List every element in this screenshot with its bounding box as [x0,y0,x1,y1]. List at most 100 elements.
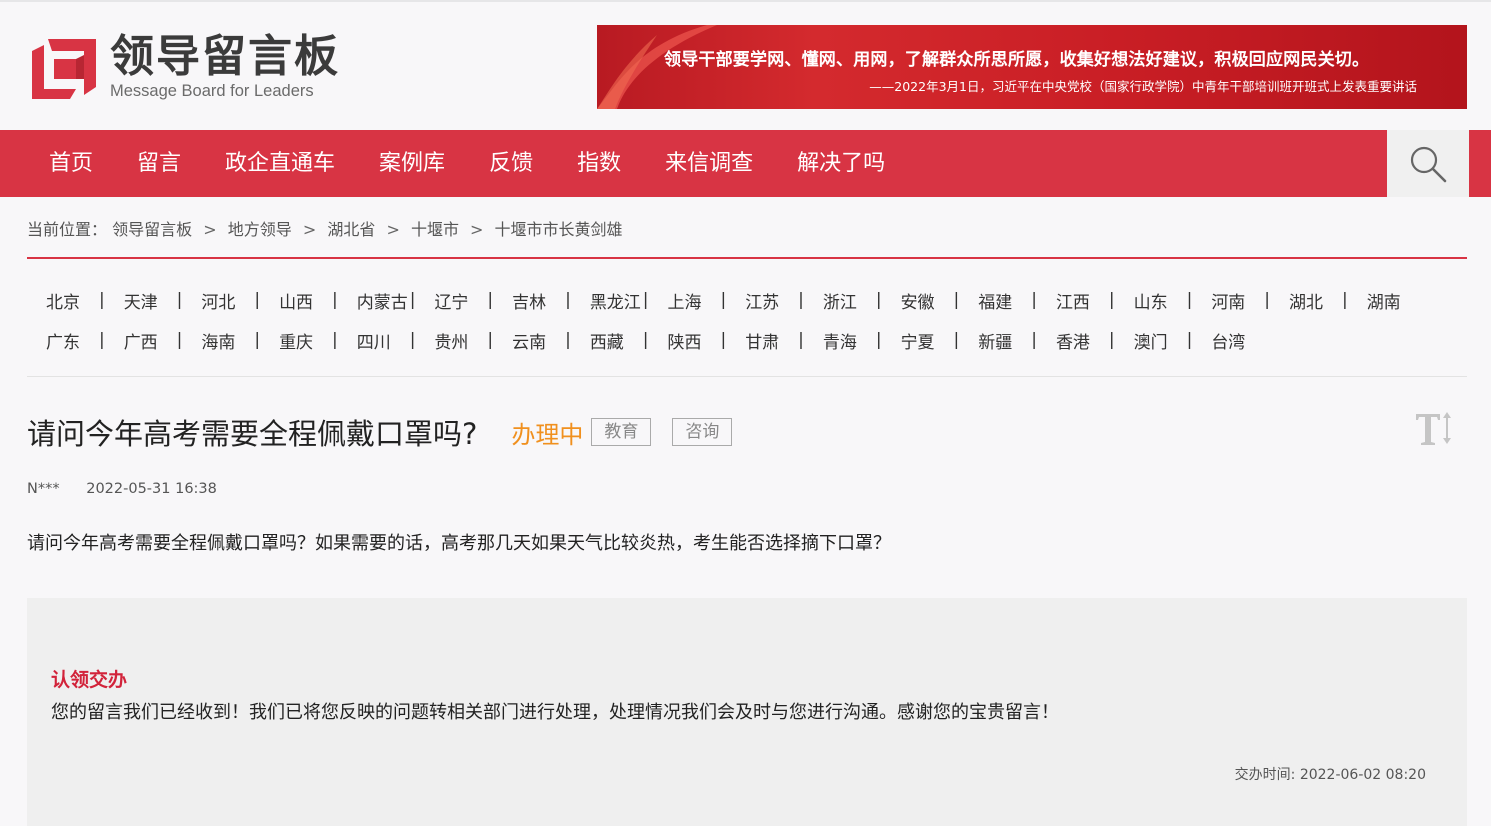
logo-subtitle: Message Board for Leaders [110,81,314,100]
region-cell: 台湾 [1192,328,1270,353]
region-cell: 山东 | [1115,288,1193,313]
message-title-row: 请问今年高考需要全程佩戴口罩吗? 办理中 教育 咨询 [27,410,733,454]
breadcrumb-separator: > [470,220,484,239]
search-button[interactable] [1387,130,1469,197]
region-cell: 河南 | [1192,288,1270,313]
region-cell: 江苏 | [726,288,804,313]
region-cell: 江西 | [1037,288,1115,313]
region-link[interactable]: 香港 [1056,328,1090,353]
region-row: 广东 | 广西 | 海南 | 重庆 | 四川 | 贵州 | 云南 | 西藏 | 陕西 | 甘肃 | 青海 | 宁夏 | 新疆 | 香… [27,320,1467,360]
breadcrumb-item-city[interactable]: 十堰市 [411,220,459,239]
region-cell: 香港 | [1037,328,1115,353]
region-cell: 青海 | [804,328,882,353]
region-link[interactable]: 湖北 [1289,288,1323,313]
region-link[interactable]: 广西 [124,328,158,353]
breadcrumb-item-leader[interactable]: 十堰市市长黄剑雄 [495,220,623,239]
region-link[interactable]: 浙江 [823,288,857,313]
reply-text: 您的留言我们已经收到！我们已将您反映的问题转相关部门进行处理，处理情况我们会及时… [51,702,1059,723]
region-cell: 安徽 | [882,288,960,313]
region-link[interactable]: 陕西 [668,328,702,353]
breadcrumb-prefix: 当前位置： [27,220,108,239]
region-link[interactable]: 重庆 [279,328,313,353]
breadcrumb-separator: > [302,220,317,239]
region-link[interactable]: 天津 [124,288,158,313]
region-link[interactable]: 新疆 [978,328,1012,353]
region-row: 北京 | 天津 | 河北 | 山西 | 内蒙古 | 辽宁 | 吉林 | 黑龙江 | 上海 | 江苏 | 浙江 | 安徽 | 福建… [27,280,1467,320]
region-cell: 北京 | [27,288,105,313]
breadcrumb-separator: > [203,220,217,239]
region-cell: 重庆 | [260,328,338,353]
region-cell: 澳门 | [1115,328,1193,353]
region-divider [27,376,1467,377]
site-logo[interactable]: 领导留言板 Message Board for Leaders [30,32,340,102]
region-link[interactable]: 吉林 [512,288,546,313]
region-list: 北京 | 天津 | 河北 | 山西 | 内蒙古 | 辽宁 | 吉林 | 黑龙江 | 上海 | 江苏 | 浙江 | 安徽 | 福建… [27,280,1467,360]
nav-item-resolved[interactable]: 解决了吗 [775,130,907,197]
region-link[interactable]: 辽宁 [434,288,468,313]
region-cell: 内蒙古 | [338,288,416,313]
nav-item-feedback[interactable]: 反馈 [467,130,555,197]
quote-banner[interactable]: 领导干部要学网、懂网、用网，了解群众所思所愿，收集好想法好建议，积极回应网民关切… [597,25,1467,109]
breadcrumb-separator: > [386,220,400,239]
tag-education[interactable]: 教育 [591,418,652,446]
font-size-icon [1416,412,1451,445]
region-link[interactable]: 甘肃 [745,328,779,353]
region-link[interactable]: 江西 [1056,288,1090,313]
region-cell: 云南 | [493,328,571,353]
region-cell: 天津 | [105,288,183,313]
region-cell: 福建 | [959,288,1037,313]
breadcrumb-item-province[interactable]: 湖北省 [327,220,375,239]
font-size-toggle-button[interactable] [1414,406,1454,448]
region-link[interactable]: 青海 [823,328,857,353]
region-link[interactable]: 河北 [201,288,235,313]
tag-consult[interactable]: 咨询 [672,418,733,446]
region-link[interactable]: 山东 [1134,288,1168,313]
nav-item-cases[interactable]: 案例库 [357,130,467,197]
region-link[interactable]: 河南 [1211,288,1245,313]
region-link[interactable]: 黑龙江 [590,288,641,313]
region-cell: 山西 | [260,288,338,313]
region-link[interactable]: 山西 [279,288,313,313]
banner-quote: 领导干部要学网、懂网、用网，了解群众所思所愿，收集好想法好建议，积极回应网民关切… [664,50,1370,70]
region-link[interactable]: 西藏 [590,328,624,353]
region-cell: 广东 | [27,328,105,353]
region-link[interactable]: 上海 [668,288,702,313]
reply-box: 认领交办 您的留言我们已经收到！我们已将您反映的问题转相关部门进行处理，处理情况… [27,598,1467,826]
logo-title: 领导留言板 [110,30,340,82]
breadcrumb: 当前位置： 领导留言板 > 地方领导 > 湖北省 > 十堰市 > 十堰市市长黄剑… [27,216,623,240]
region-link[interactable]: 江苏 [745,288,779,313]
region-cell: 湖南 [1348,288,1426,313]
status-badge: 办理中 [511,420,584,449]
region-link[interactable]: 贵州 [434,328,468,353]
nav-item-home[interactable]: 首页 [27,130,115,197]
logo-mark-icon [32,39,96,99]
reply-time: 交办时间: 2022-06-02 08:20 [1234,767,1426,783]
search-icon [1410,146,1447,182]
region-cell: 辽宁 | [415,288,493,313]
region-link[interactable]: 湖南 [1367,288,1401,313]
reply-heading: 认领交办 [51,669,128,691]
region-link[interactable]: 安徽 [901,288,935,313]
region-link[interactable]: 福建 [978,288,1012,313]
region-link[interactable]: 内蒙古 [357,288,408,313]
region-link[interactable]: 海南 [201,328,235,353]
message-date: 2022-05-31 16:38 [86,481,217,497]
nav-item-survey[interactable]: 来信调查 [643,130,775,197]
region-link[interactable]: 澳门 [1134,328,1168,353]
region-cell: 广西 | [105,328,183,353]
breadcrumb-item-local-leaders[interactable]: 地方领导 [228,220,292,239]
region-link[interactable]: 宁夏 [901,328,935,353]
site-header: 领导留言板 Message Board for Leaders 领导干部要学网、… [0,2,1491,130]
region-cell: 西藏 | [571,328,649,353]
region-cell: 上海 | [649,288,727,313]
region-link[interactable]: 台湾 [1211,328,1245,353]
breadcrumb-item-home[interactable]: 领导留言板 [112,220,192,239]
region-link[interactable]: 北京 [46,288,80,313]
nav-item-gov-enterprise[interactable]: 政企直通车 [203,130,357,197]
region-link[interactable]: 四川 [357,328,391,353]
banner-source: ——2022年3月1日，习近平在中央党校（国家行政学院）中青年干部培训班开班式上… [869,79,1417,94]
nav-item-messages[interactable]: 留言 [115,130,203,197]
nav-item-index[interactable]: 指数 [555,130,643,197]
region-link[interactable]: 云南 [512,328,546,353]
region-link[interactable]: 广东 [46,328,80,353]
